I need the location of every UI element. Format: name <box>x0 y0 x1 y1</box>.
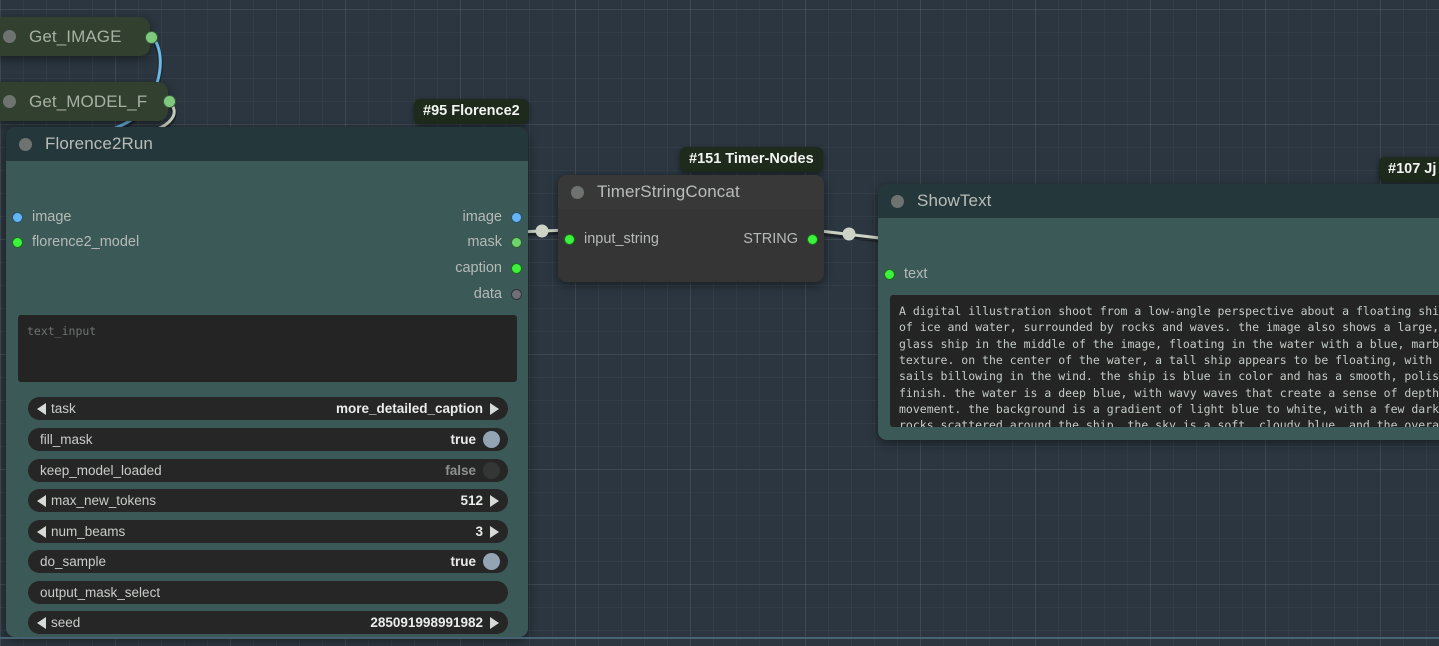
widget-seed[interactable]: seed 285091998991982 <box>28 611 508 634</box>
output-slot-data[interactable]: data <box>474 286 522 302</box>
widget-value: 512 <box>460 493 483 508</box>
node-body: input_string STRING <box>558 209 824 282</box>
slot-dot-icon[interactable] <box>12 236 23 248</box>
widget-value: 3 <box>475 524 483 539</box>
badge-jj: #107 Jj <box>1379 157 1439 182</box>
widget-output-mask-select[interactable]: output_mask_select <box>28 581 508 604</box>
widget-do-sample[interactable]: do_sample true <box>28 550 508 573</box>
collapse-dot-icon[interactable] <box>571 185 584 199</box>
canvas-bottom-rule <box>0 637 1439 639</box>
node-showtext[interactable]: ShowText text A digital illustration sho… <box>878 184 1439 440</box>
increment-arrow-icon[interactable] <box>490 494 499 507</box>
input-slot-text[interactable]: text <box>884 266 927 282</box>
node-title-bar[interactable]: Get_MODEL_F <box>0 82 168 121</box>
widget-label: do_sample <box>40 554 107 569</box>
badge-florence2: #95 Florence2 <box>414 99 529 124</box>
widget-value: true <box>450 554 476 569</box>
slot-dot-icon[interactable] <box>884 268 895 280</box>
widget-task[interactable]: task more_detailed_caption <box>28 397 508 420</box>
slot-dot-icon[interactable] <box>564 233 575 245</box>
node-title-label: Florence2Run <box>45 134 153 153</box>
widget-value: 285091998991982 <box>370 615 483 630</box>
output-slot-label: STRING <box>743 231 798 247</box>
slot-dot-icon[interactable] <box>511 211 522 223</box>
input-slot-label: image <box>32 209 72 225</box>
output-slot-string[interactable]: STRING <box>743 231 818 247</box>
widget-value: more_detailed_caption <box>335 401 483 416</box>
node-timerstringconcat[interactable]: TimerStringConcat input_string STRING <box>558 175 824 282</box>
toggle-knob-icon[interactable] <box>483 462 500 479</box>
slot-dot-icon[interactable] <box>511 288 522 300</box>
increment-arrow-icon[interactable] <box>490 616 499 629</box>
node-body: text A digital illustration shoot from a… <box>878 218 1439 440</box>
slot-dot-icon[interactable] <box>511 236 522 248</box>
output-slot-image[interactable]: image <box>462 209 522 225</box>
node-body: image florence2_model image mask caption <box>6 161 528 637</box>
output-slot-label: data <box>473 286 502 302</box>
output-slot-label: caption <box>455 260 502 276</box>
widget-label: task <box>51 401 76 416</box>
slot-dot-icon[interactable] <box>511 262 522 274</box>
input-slot-label: text <box>904 266 928 282</box>
widget-label: output_mask_select <box>40 585 161 600</box>
output-slot-caption[interactable]: caption <box>455 260 522 276</box>
decrement-arrow-icon[interactable] <box>37 616 46 629</box>
node-florence2run[interactable]: Florence2Run image florence2_model image… <box>6 127 528 637</box>
graph-canvas[interactable]: Get_IMAGE Get_MODEL_F #95 Florence2 Flor… <box>0 0 1439 646</box>
node-title-bar[interactable]: TimerStringConcat <box>558 175 824 209</box>
node-title-bar[interactable]: Florence2Run <box>6 127 528 161</box>
toggle-knob-icon[interactable] <box>483 431 500 448</box>
decrement-arrow-icon[interactable] <box>37 525 46 538</box>
output-slot-mask[interactable]: mask <box>467 234 522 250</box>
decrement-arrow-icon[interactable] <box>37 494 46 507</box>
input-slot-label: florence2_model <box>32 234 140 250</box>
node-title-label: TimerStringConcat <box>597 182 740 201</box>
showtext-output-textarea[interactable]: A digital illustration shoot from a low-… <box>890 295 1439 427</box>
decrement-arrow-icon[interactable] <box>37 402 46 415</box>
slot-dot-icon[interactable] <box>12 211 23 223</box>
output-slot-label: mask <box>467 234 502 250</box>
widget-label: seed <box>51 615 81 630</box>
widget-value: false <box>445 463 476 478</box>
widget-label: keep_model_loaded <box>40 463 162 478</box>
node-title-label: Get_IMAGE <box>29 26 122 46</box>
input-slot-label: input_string <box>584 231 659 247</box>
widget-num-beams[interactable]: num_beams 3 <box>28 520 508 543</box>
get-model-f-output-slot[interactable] <box>163 95 176 108</box>
collapse-dot-icon[interactable] <box>891 194 904 208</box>
text-input-textarea[interactable]: text_input <box>18 315 517 382</box>
widget-label: fill_mask <box>40 432 93 447</box>
toggle-knob-icon[interactable] <box>483 553 500 570</box>
output-slot-label: image <box>462 209 503 225</box>
slot-dot-icon[interactable] <box>807 233 818 245</box>
collapse-dot-icon[interactable] <box>19 137 32 151</box>
increment-arrow-icon[interactable] <box>490 402 499 415</box>
node-title-bar[interactable]: ShowText <box>878 184 1439 218</box>
collapse-dot-icon[interactable] <box>3 95 16 108</box>
widget-max-new-tokens[interactable]: max_new_tokens 512 <box>28 489 508 512</box>
get-image-output-slot[interactable] <box>145 31 158 44</box>
node-title-label: ShowText <box>917 191 992 210</box>
input-slot-input-string[interactable]: input_string <box>564 231 659 247</box>
increment-arrow-icon[interactable] <box>490 525 499 538</box>
input-slot-florence2-model[interactable]: florence2_model <box>12 234 139 250</box>
badge-timer-nodes: #151 Timer-Nodes <box>680 147 823 172</box>
widget-label: max_new_tokens <box>51 493 157 508</box>
widget-keep-model-loaded[interactable]: keep_model_loaded false <box>28 459 508 482</box>
collapse-dot-icon[interactable] <box>3 30 16 43</box>
input-slot-image[interactable]: image <box>12 209 72 225</box>
node-get-image[interactable]: Get_IMAGE <box>0 17 150 56</box>
widget-label: num_beams <box>51 524 126 539</box>
node-title-label: Get_MODEL_F <box>29 91 148 111</box>
node-get-model-f[interactable]: Get_MODEL_F <box>0 82 168 121</box>
node-title-bar[interactable]: Get_IMAGE <box>0 17 150 56</box>
widget-value: true <box>450 432 476 447</box>
widget-fill-mask[interactable]: fill_mask true <box>28 428 508 451</box>
